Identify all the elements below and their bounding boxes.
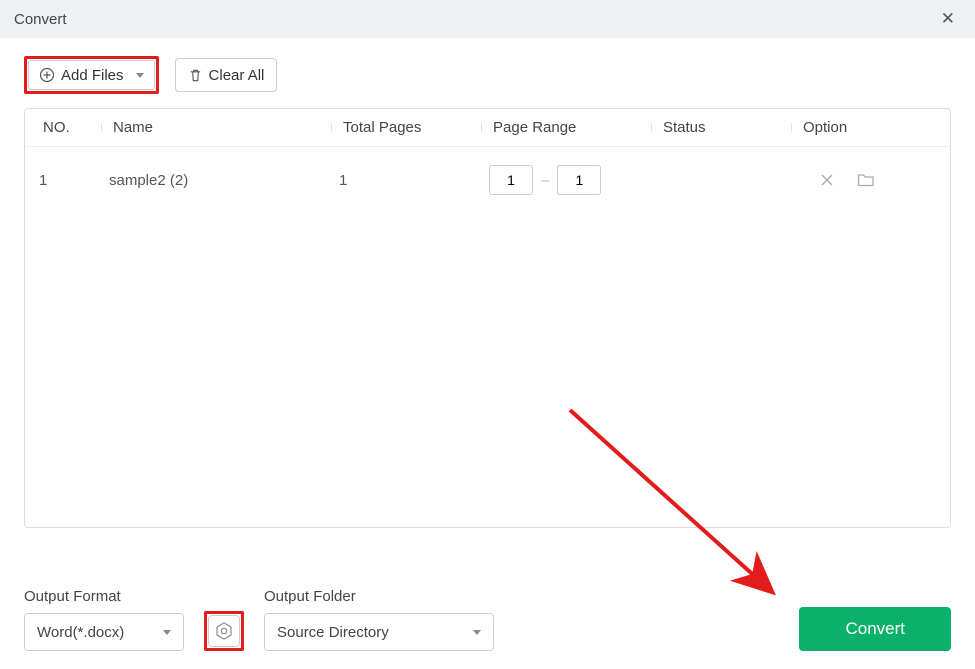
cell-name: sample2 (2): [109, 172, 339, 189]
chevron-down-icon: [473, 630, 481, 635]
output-format-field: Output Format Word(*.docx): [24, 588, 184, 651]
close-icon[interactable]: ✕: [935, 5, 961, 33]
trash-icon: [188, 68, 203, 83]
toolbar: Add Files Clear All: [0, 38, 975, 108]
remove-row-icon[interactable]: [819, 172, 835, 188]
cell-page-range: –: [489, 165, 659, 195]
chevron-down-icon: [136, 73, 144, 78]
output-format-label: Output Format: [24, 588, 184, 605]
page-range-to-input[interactable]: [557, 165, 601, 195]
add-files-highlight: Add Files: [24, 56, 159, 94]
add-files-label: Add Files: [61, 67, 124, 84]
cell-total-pages: 1: [339, 172, 489, 189]
clear-all-button[interactable]: Clear All: [175, 58, 278, 92]
footer: Output Format Word(*.docx) Output Folder…: [24, 588, 951, 651]
output-format-value: Word(*.docx): [37, 624, 124, 641]
convert-label: Convert: [845, 619, 905, 638]
window-title: Convert: [14, 11, 67, 28]
col-no: NO.: [39, 119, 109, 136]
output-folder-select[interactable]: Source Directory: [264, 613, 494, 651]
cell-option: [799, 172, 936, 188]
output-folder-label: Output Folder: [264, 588, 494, 605]
cell-no: 1: [39, 172, 109, 189]
col-status: Status: [659, 119, 799, 136]
table-row: 1 sample2 (2) 1 –: [25, 147, 950, 213]
open-folder-icon[interactable]: [857, 172, 875, 188]
page-range-from-input[interactable]: [489, 165, 533, 195]
output-format-select[interactable]: Word(*.docx): [24, 613, 184, 651]
format-settings-button[interactable]: [208, 615, 240, 647]
chevron-down-icon: [163, 630, 171, 635]
col-page-range: Page Range: [489, 119, 659, 136]
output-folder-field: Output Folder Source Directory: [264, 588, 494, 651]
col-total-pages: Total Pages: [339, 119, 489, 136]
convert-button[interactable]: Convert: [799, 607, 951, 651]
output-folder-value: Source Directory: [277, 624, 389, 641]
titlebar: Convert ✕: [0, 0, 975, 38]
add-files-button[interactable]: Add Files: [28, 60, 155, 90]
range-dash: –: [541, 172, 549, 189]
col-option: Option: [799, 119, 936, 136]
gear-icon: [215, 622, 233, 640]
format-settings-highlight: [204, 611, 244, 651]
col-name: Name: [109, 119, 339, 136]
file-table: NO. Name Total Pages Page Range Status O…: [24, 108, 951, 528]
table-header: NO. Name Total Pages Page Range Status O…: [25, 109, 950, 147]
clear-all-label: Clear All: [209, 67, 265, 84]
plus-circle-icon: [39, 67, 55, 83]
